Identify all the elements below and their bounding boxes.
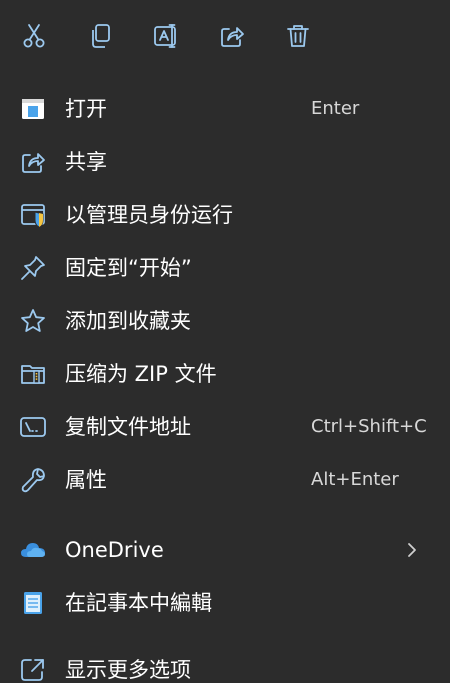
menu-item-label: 打开 [65,97,107,121]
menu-item-properties[interactable]: 属性 Alt+Enter [0,458,450,502]
menu-item-copy-path[interactable]: 复制文件地址 Ctrl+Shift+C [0,405,450,449]
chevron-right-icon [408,543,416,557]
menu-item-label: 共享 [65,150,107,174]
menu-item-share[interactable]: 共享 [0,140,450,184]
window-icon [19,95,47,123]
menu-item-compress-zip[interactable]: 压缩为 ZIP 文件 [0,352,450,396]
menu-item-label: OneDrive [65,538,164,562]
scissors-icon [23,24,45,48]
menu-item-pin-start[interactable]: 固定到“开始” [0,246,450,290]
menu-item-open[interactable]: 打开 Enter [0,87,450,131]
path-icon [19,413,47,441]
share-icon [19,148,47,176]
shield-icon [19,201,47,229]
trash-icon [287,25,309,47]
star-icon [19,307,47,335]
cut-button[interactable] [16,18,52,54]
menu-item-label: 属性 [65,468,107,492]
menu-item-onedrive[interactable]: OneDrive [0,528,450,572]
menu-item-label: 添加到收藏夹 [65,309,191,333]
pin-icon [19,254,47,282]
context-menu: 打开 Enter 共享 以管理员身份运行 固定到“开始” 添加到收藏夹 压缩为 … [0,0,450,683]
copy-button[interactable] [82,18,118,54]
menu-item-label: 固定到“开始” [65,256,192,280]
expand-icon [19,656,47,683]
context-toolbar [0,18,450,58]
menu-item-shortcut: Alt+Enter [311,469,399,490]
menu-item-label: 以管理员身份运行 [65,203,233,227]
menu-item-label: 显示更多选项 [65,658,191,682]
menu-item-shortcut: Enter [311,98,360,119]
menu-item-label: 压缩为 ZIP 文件 [65,362,217,386]
menu-item-label: 在記事本中編輯 [65,591,212,615]
rename-icon [154,24,176,48]
menu-item-run-as-admin[interactable]: 以管理员身份运行 [0,193,450,237]
zip-folder-icon [19,360,47,388]
share-icon [221,27,244,47]
cloud-icon [19,536,47,564]
wrench-icon [19,466,47,494]
menu-item-more-options[interactable]: 显示更多选项 [0,648,450,683]
notepad-icon [19,589,47,617]
menu-item-notepad[interactable]: 在記事本中編輯 [0,581,450,625]
menu-item-label: 复制文件地址 [65,415,191,439]
menu-item-add-favorites[interactable]: 添加到收藏夹 [0,299,450,343]
rename-button[interactable] [148,18,184,54]
delete-button[interactable] [280,18,316,54]
menu-item-shortcut: Ctrl+Shift+C [311,416,427,437]
share-toolbar-button[interactable] [214,18,250,54]
copy-icon [92,24,110,48]
